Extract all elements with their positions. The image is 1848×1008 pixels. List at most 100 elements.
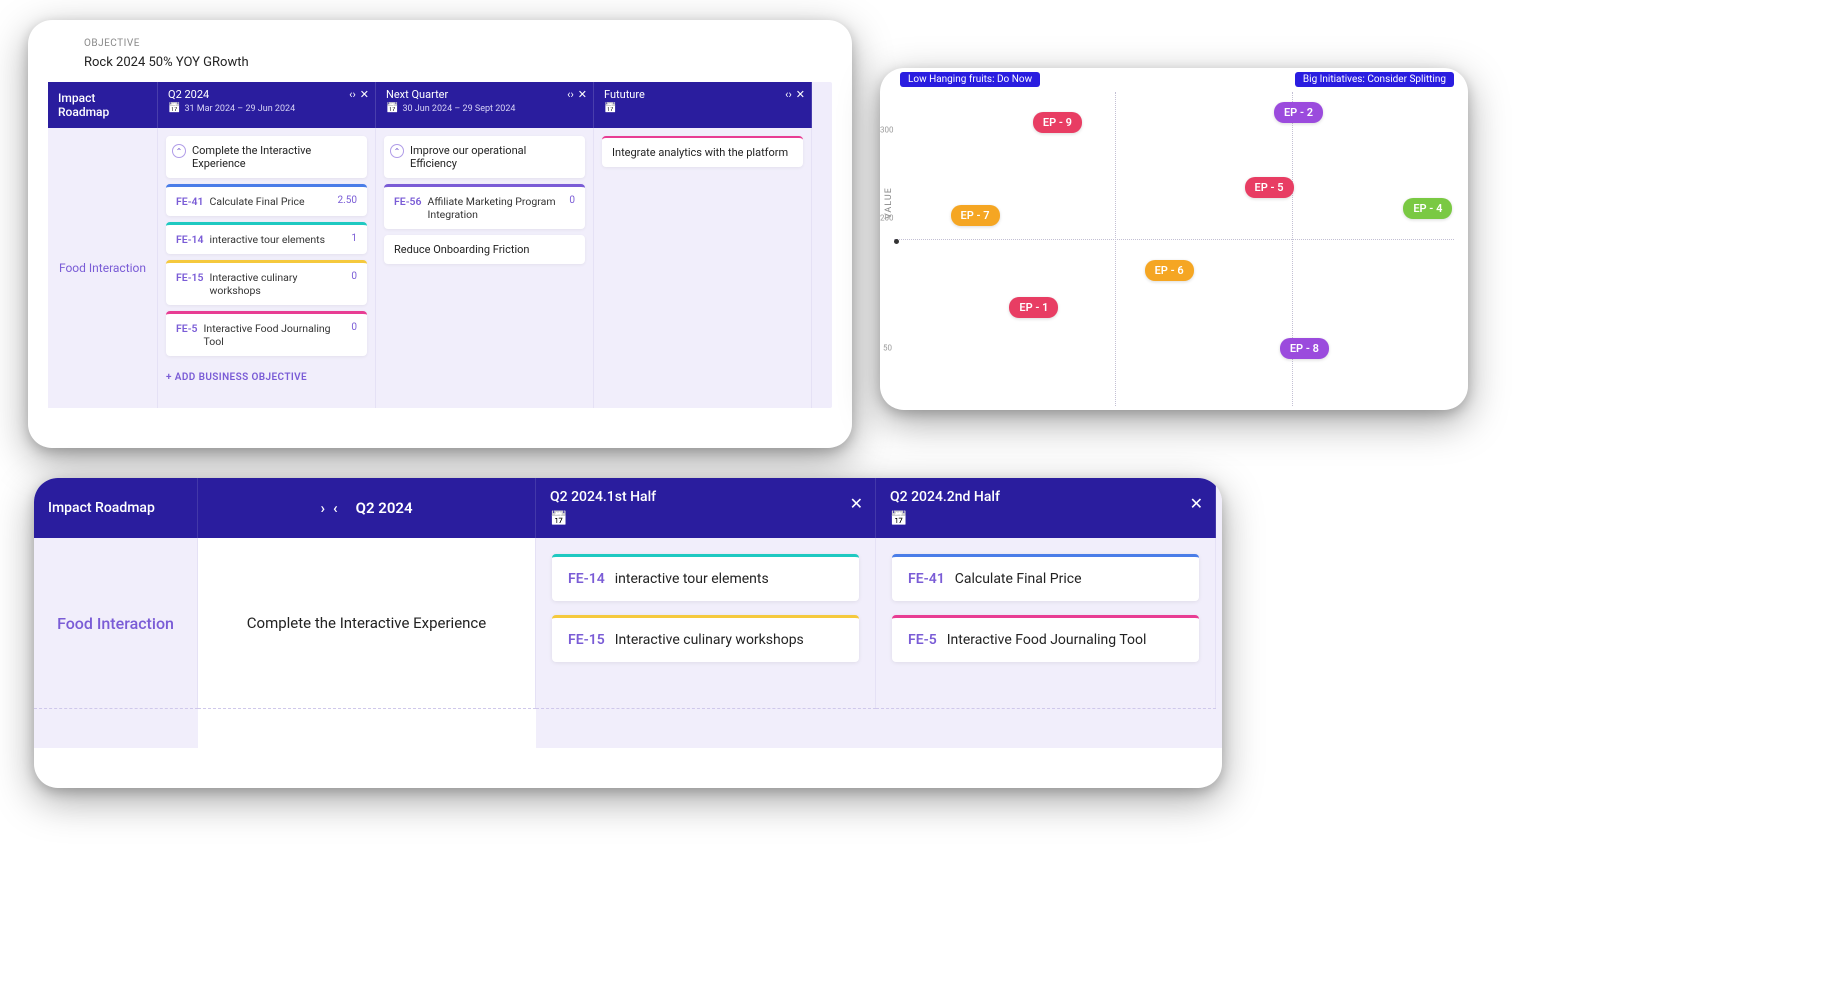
key-result[interactable]: ⌃ Complete the Interactive Experience xyxy=(166,136,367,178)
task-id: FE-14 xyxy=(176,233,204,246)
lane-label: Food Interaction xyxy=(59,261,146,275)
key-result[interactable]: ⌃ Improve our operational Efficiency xyxy=(384,136,585,178)
key-result-title: Integrate analytics with the platform xyxy=(612,146,788,159)
key-result-title: Reduce Onboarding Friction xyxy=(394,243,529,256)
period-label: Q2 2024 xyxy=(356,499,413,517)
key-result[interactable]: Integrate analytics with the platform xyxy=(602,136,803,167)
dashed-divider xyxy=(876,708,1216,748)
task-id: FE-15 xyxy=(568,632,605,648)
chart-point[interactable]: EP - 6 xyxy=(1145,260,1194,281)
roadmap-grid-wide: Impact Roadmap › ‹ Q2 2024 Q2 2024.1st H… xyxy=(34,478,1222,748)
y-tick: 50 xyxy=(880,344,892,353)
column-body-first-half: FE-14 interactive tour elements FE-15 In… xyxy=(536,538,876,708)
task-title: Interactive culinary workshops xyxy=(210,271,346,297)
gridline xyxy=(894,239,1454,240)
task-score: 0 xyxy=(351,322,357,333)
calendar-icon[interactable] xyxy=(550,511,861,527)
task-title: Calculate Final Price xyxy=(210,195,332,208)
chevron-left-icon[interactable]: ‹ xyxy=(333,499,338,517)
task-id: FE-14 xyxy=(568,571,605,587)
column-dates xyxy=(604,103,803,114)
column-title: Q2 2024 xyxy=(168,88,367,101)
chevron-up-icon[interactable]: ⌃ xyxy=(390,144,404,158)
chart-point[interactable]: EP - 5 xyxy=(1245,177,1294,198)
roadmap-title-cell: Impact Roadmap xyxy=(34,478,198,538)
origin-dot xyxy=(894,239,899,244)
task-score: 0 xyxy=(351,271,357,282)
priority-matrix-card: VALUE 50 200 300 Low Hanging fruits: Do … xyxy=(880,68,1468,410)
column-title: Q2 2024.2nd Half xyxy=(890,489,1201,505)
task-id: FE-41 xyxy=(176,195,204,208)
calendar-icon[interactable] xyxy=(890,511,1201,527)
column-title: Q2 2024.1st Half xyxy=(550,489,861,505)
close-icon[interactable]: ✕ xyxy=(796,88,805,101)
task-id: FE-5 xyxy=(908,632,937,648)
close-icon[interactable]: ✕ xyxy=(1190,494,1203,513)
expand-icon[interactable]: ‹› xyxy=(785,88,792,101)
y-tick: 300 xyxy=(880,125,892,134)
expand-icon[interactable]: ‹› xyxy=(567,88,574,101)
chart-point[interactable]: EP - 8 xyxy=(1280,338,1329,359)
chart-point[interactable]: EP - 1 xyxy=(1009,297,1058,318)
objective-title: Rock 2024 50% YOY GRowth xyxy=(84,55,832,70)
annotation-split: Big Initiatives: Consider Splitting xyxy=(1295,72,1454,87)
roadmap-card-compact: OBJECTIVE Rock 2024 50% YOY GRowth Impac… xyxy=(28,20,852,448)
dashed-divider xyxy=(536,708,876,748)
task-title: Interactive culinary workshops xyxy=(615,632,804,648)
chart-point[interactable]: EP - 7 xyxy=(951,205,1000,226)
column-title: Next Quarter xyxy=(386,88,585,101)
column-header-next: Next Quarter 30 Jun 2024 – 29 Sept 2024 … xyxy=(376,82,594,128)
task-score: 0 xyxy=(569,195,575,206)
task-row[interactable]: FE-15 Interactive culinary workshops xyxy=(552,615,859,662)
close-icon[interactable]: ✕ xyxy=(850,494,863,513)
chevron-right-icon[interactable]: › xyxy=(320,499,325,517)
column-body-future: Integrate analytics with the platform xyxy=(594,128,812,408)
roadmap-title: Impact Roadmap xyxy=(58,91,149,119)
chevron-up-icon[interactable]: ⌃ xyxy=(172,144,186,158)
task-id: FE-15 xyxy=(176,271,204,284)
task-row[interactable]: FE-15 Interactive culinary workshops 0 xyxy=(166,260,367,305)
column-header-q2: Q2 2024 31 Mar 2024 – 29 Jun 2024 ‹› ✕ xyxy=(158,82,376,128)
task-title: interactive tour elements xyxy=(210,233,346,246)
task-title: Affiliate Marketing Program Integration xyxy=(428,195,564,221)
objective-description-cell: Complete the Interactive Experience xyxy=(198,538,536,708)
column-title: Fututure xyxy=(604,88,803,101)
task-row[interactable]: FE-5 Interactive Food Journaling Tool 0 xyxy=(166,311,367,356)
chart-point[interactable]: EP - 4 xyxy=(1403,198,1452,219)
dashed-divider xyxy=(34,708,198,748)
key-result-title: Improve our operational Efficiency xyxy=(410,144,575,170)
add-business-objective-button[interactable]: + ADD BUSINESS OBJECTIVE xyxy=(166,362,367,383)
task-title: Interactive Food Journaling Tool xyxy=(204,322,346,348)
task-row[interactable]: FE-5 Interactive Food Journaling Tool xyxy=(892,615,1199,662)
roadmap-grid: Impact Roadmap Q2 2024 31 Mar 2024 – 29 … xyxy=(48,82,832,408)
column-body-q2: ⌃ Complete the Interactive Experience FE… xyxy=(158,128,376,408)
chart-point[interactable]: EP - 2 xyxy=(1274,102,1323,123)
chart-point[interactable]: EP - 9 xyxy=(1033,112,1082,133)
task-row[interactable]: FE-41 Calculate Final Price 2.50 xyxy=(166,184,367,216)
task-id: FE-5 xyxy=(176,322,198,335)
objective-description: Complete the Interactive Experience xyxy=(247,614,486,632)
annotation-do-now: Low Hanging fruits: Do Now xyxy=(900,72,1040,87)
task-row[interactable]: FE-14 interactive tour elements xyxy=(552,554,859,601)
column-header-future: Fututure ‹› ✕ xyxy=(594,82,812,128)
key-result[interactable]: Reduce Onboarding Friction xyxy=(384,235,585,264)
task-title: Calculate Final Price xyxy=(955,571,1082,587)
column-body-next: ⌃ Improve our operational Efficiency FE-… xyxy=(376,128,594,408)
expand-icon[interactable]: ‹› xyxy=(349,88,356,101)
chart-area: VALUE 50 200 300 Low Hanging fruits: Do … xyxy=(880,68,1468,410)
task-row[interactable]: FE-14 interactive tour elements 1 xyxy=(166,222,367,254)
period-header: › ‹ Q2 2024 xyxy=(198,478,536,538)
roadmap-title-cell: Impact Roadmap xyxy=(48,82,158,128)
task-score: 2.50 xyxy=(338,195,358,206)
task-score: 1 xyxy=(351,233,357,244)
task-row[interactable]: FE-56 Affiliate Marketing Program Integr… xyxy=(384,184,585,229)
column-header-second-half: Q2 2024.2nd Half ✕ xyxy=(876,478,1216,538)
calendar-icon xyxy=(604,103,616,114)
task-row[interactable]: FE-41 Calculate Final Price xyxy=(892,554,1199,601)
calendar-icon xyxy=(386,103,398,114)
task-id: FE-56 xyxy=(394,195,422,208)
column-header-first-half: Q2 2024.1st Half ✕ xyxy=(536,478,876,538)
close-icon[interactable]: ✕ xyxy=(578,88,587,101)
close-icon[interactable]: ✕ xyxy=(360,88,369,101)
lane-label-cell: Food Interaction xyxy=(34,538,198,708)
